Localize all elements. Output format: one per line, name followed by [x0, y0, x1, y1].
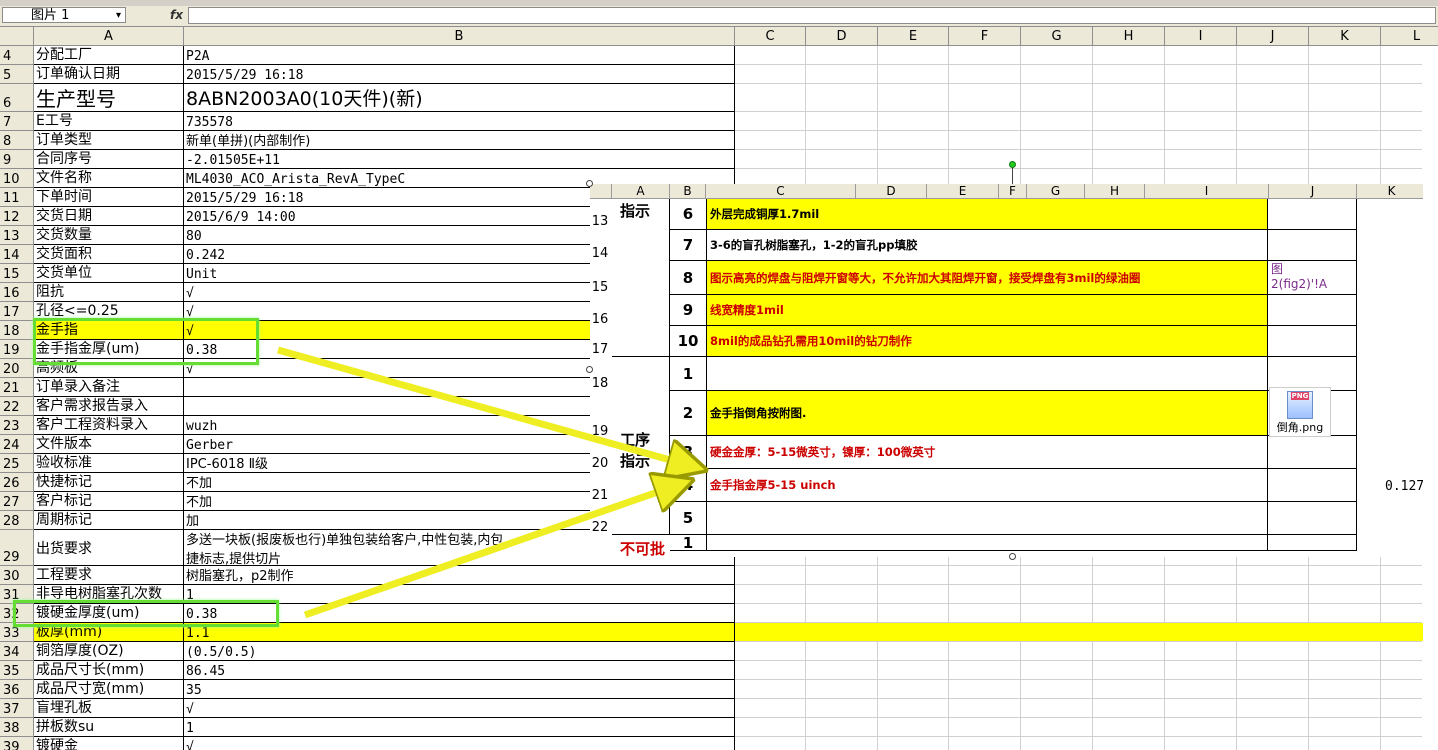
spreadsheet-app: 图片 1 ▾ fx ABCDEFGHIJKL 4 分配工厂 P2A 5 订单确认日期 20…	[0, 0, 1438, 750]
callout-arrows	[277, 346, 1438, 619]
arrow-gold-finger	[277, 346, 688, 465]
arrow-hard-gold	[303, 486, 675, 619]
